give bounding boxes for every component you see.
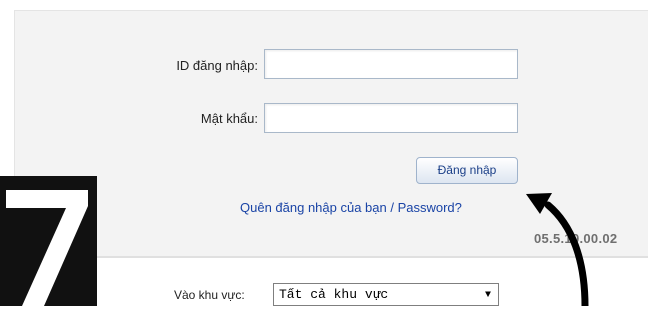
region-select[interactable]: Tất cả khu vực ▼ [273, 283, 499, 306]
step-number-badge [0, 176, 97, 306]
chevron-down-icon: ▼ [484, 290, 491, 301]
login-panel [14, 10, 648, 258]
password-input[interactable] [264, 103, 518, 133]
password-label: Mật khẩu: [200, 111, 258, 126]
region-select-value: Tất cả khu vực [279, 287, 389, 302]
login-button[interactable]: Đăng nhập [416, 157, 518, 184]
region-label: Vào khu vực: [174, 288, 245, 302]
id-label: ID đăng nhập: [176, 58, 258, 73]
id-input[interactable] [264, 49, 518, 79]
version-text: 05.5.10.00.02 [534, 231, 618, 246]
divider [0, 256, 648, 258]
forgot-password-link[interactable]: Quên đăng nhập của bạn / Password? [240, 200, 462, 215]
step-number-glyph [6, 190, 88, 306]
